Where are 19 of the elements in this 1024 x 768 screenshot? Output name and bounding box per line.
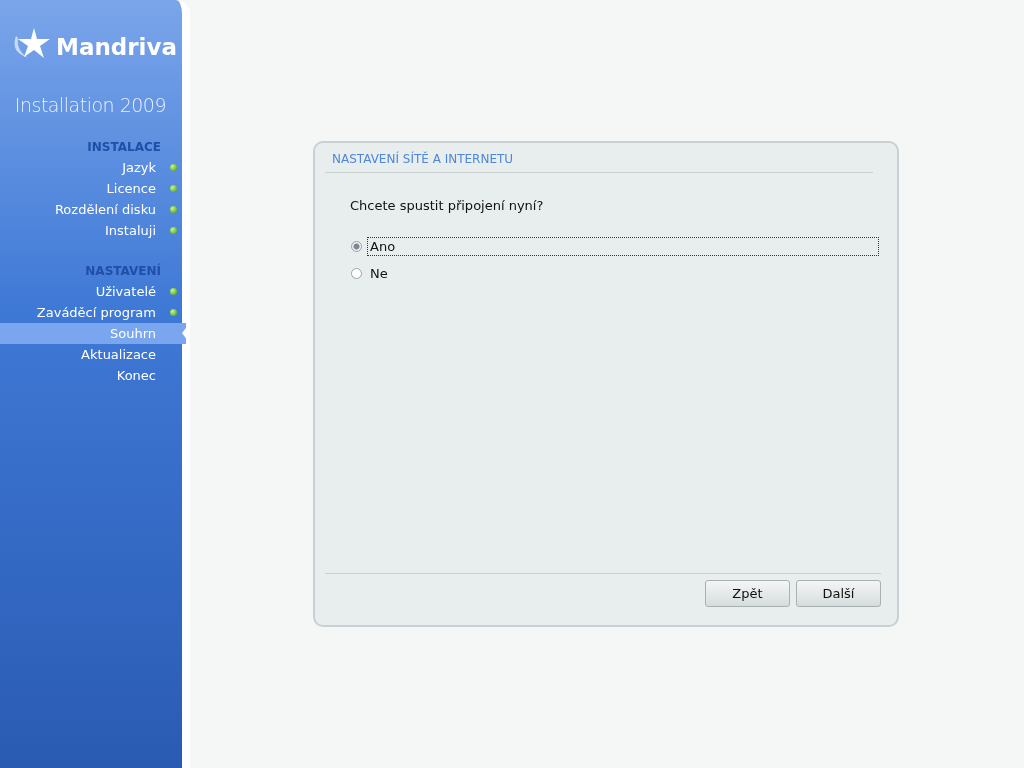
- dialog-button[interactable]: Zpět: [705, 580, 790, 607]
- brand-name: Mandriva: [56, 34, 177, 60]
- section-heading: INSTALACE: [86, 139, 162, 156]
- radio-button[interactable]: [351, 268, 362, 279]
- option-label[interactable]: Ne: [367, 264, 879, 283]
- step-item[interactable]: Instaluji: [0, 220, 182, 241]
- step-item[interactable]: Uživatelé: [0, 281, 182, 302]
- step-item[interactable]: Zaváděcí program: [0, 302, 182, 323]
- step-item[interactable]: Jazyk: [0, 157, 182, 178]
- step-item[interactable]: Konec: [0, 365, 182, 386]
- dialog-title: NASTAVENÍ SÍTĚ A INTERNETU: [325, 143, 873, 173]
- step-item[interactable]: Rozdělení disku: [0, 199, 182, 220]
- radio-button[interactable]: [351, 241, 362, 252]
- step-item[interactable]: Licence: [0, 178, 182, 199]
- installer-title: Installation 2009: [13, 94, 167, 116]
- step-item[interactable]: Aktualizace: [0, 344, 182, 365]
- dialog-button[interactable]: Další: [796, 580, 881, 607]
- question-text: Chcete spustit připojení nyní?: [350, 198, 545, 213]
- option-label[interactable]: Ano: [367, 237, 879, 256]
